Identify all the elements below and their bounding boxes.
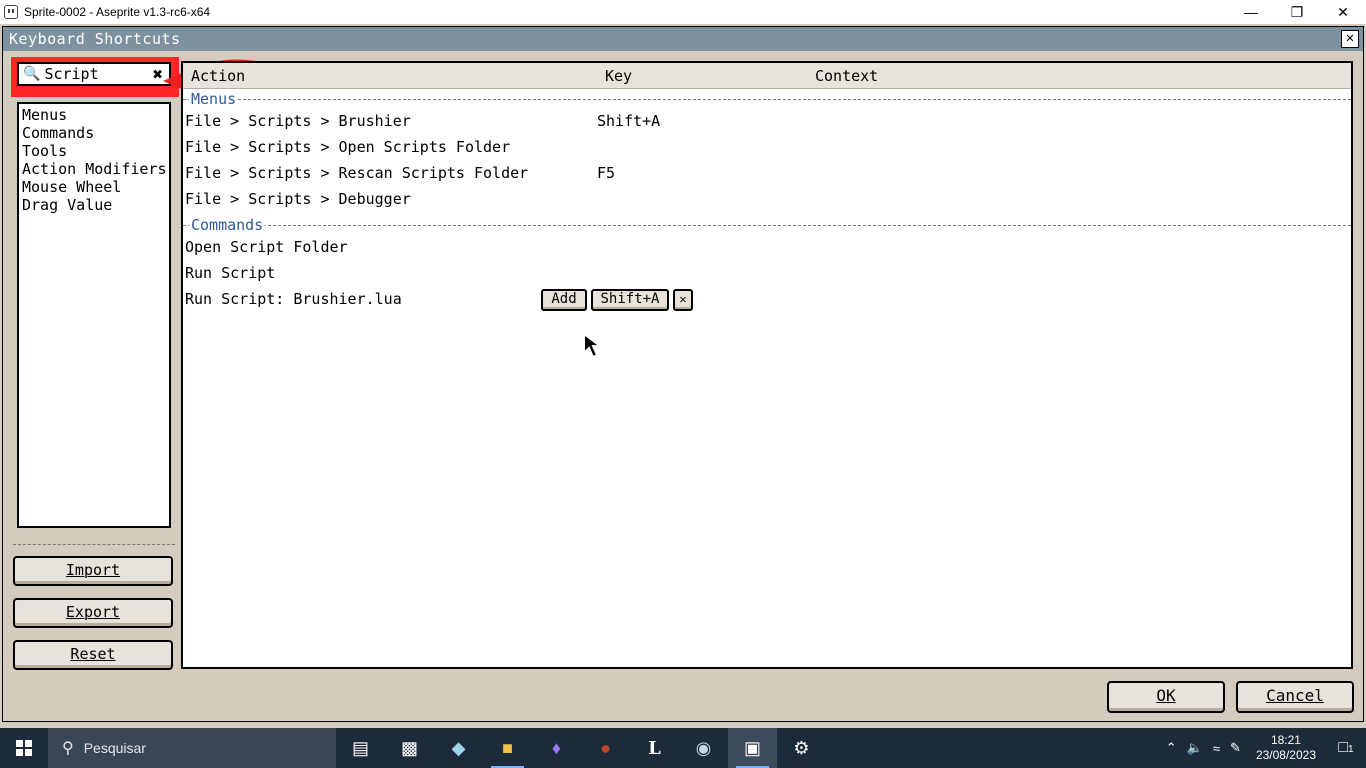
clock-time: 18:21: [1270, 733, 1301, 747]
clock-date: 23/08/2023: [1255, 748, 1316, 762]
row-action: Run Script: Brushier.lua: [185, 290, 402, 308]
crystal-icon[interactable]: ♦: [532, 728, 581, 768]
column-header-action[interactable]: Action: [191, 67, 245, 85]
ok-button[interactable]: OK: [1107, 681, 1225, 713]
pen-icon[interactable]: ✎: [1225, 740, 1246, 756]
table-row[interactable]: File > Scripts > Debugger: [183, 187, 1351, 213]
notifications-icon[interactable]: □1: [1326, 739, 1366, 757]
shortcuts-table: Action Key Context Menus File > Scripts …: [181, 61, 1353, 669]
category-item[interactable]: Commands: [22, 124, 166, 142]
aseprite-icon[interactable]: ▣: [728, 728, 777, 768]
table-row[interactable]: Run Script: Brushier.lua Add Shift+A ✕: [183, 287, 1351, 313]
keyboard-shortcuts-dialog: Keyboard Shortcuts ✕ 🔍 ✖ Menus Commands …: [2, 26, 1364, 722]
search-icon: 🔍: [23, 66, 41, 82]
section-header-commands: Commands: [183, 216, 1351, 236]
table-row[interactable]: File > Scripts > Rescan Scripts Folder F…: [183, 161, 1351, 187]
import-button[interactable]: Import: [13, 556, 173, 586]
row-action: File > Scripts > Rescan Scripts Folder: [185, 164, 529, 182]
cube-icon[interactable]: ◆: [434, 728, 483, 768]
category-item[interactable]: Menus: [22, 106, 166, 124]
search-field[interactable]: 🔍 ✖: [17, 62, 171, 86]
search-input[interactable]: [44, 65, 141, 83]
shortcut-key-button[interactable]: Shift+A: [591, 289, 669, 311]
aseprite-app-icon: [4, 5, 18, 19]
row-action: Run Script: [185, 264, 276, 282]
reset-button[interactable]: Reset: [13, 640, 173, 670]
table-row[interactable]: Open Script Folder: [183, 235, 1351, 261]
search-icon: ⚲: [62, 740, 74, 757]
row-action: File > Scripts > Debugger: [185, 190, 411, 208]
taskbar: ⚲ Pesquisar ▤ ▩ ◆ ■ ♦ ● L ◉ ▣ ⚙ ⌃ 🔈 ≈ ✎ …: [0, 728, 1366, 768]
table-header: Action Key Context: [183, 63, 1351, 89]
task-view-icon[interactable]: ▤: [336, 728, 385, 768]
system-tray: ⌃ 🔈 ≈ ✎ 18:21 23/08/2023 □1: [1161, 728, 1366, 768]
windows-start-icon[interactable]: [0, 728, 48, 768]
row-key: Shift+A: [597, 112, 661, 130]
column-header-key[interactable]: Key: [605, 67, 632, 85]
section-header-menus: Menus: [183, 90, 1351, 110]
game-character-icon[interactable]: ●: [581, 728, 630, 768]
row-action: File > Scripts > Open Scripts Folder: [185, 138, 511, 156]
column-header-context[interactable]: Context: [815, 67, 878, 85]
category-item[interactable]: Action Modifiers: [22, 160, 167, 178]
sidebar-divider: [13, 544, 175, 545]
clock[interactable]: 18:21 23/08/2023: [1246, 733, 1326, 763]
table-row[interactable]: File > Scripts > Brushier Shift+A: [183, 109, 1351, 135]
dialog-title: Keyboard Shortcuts: [3, 27, 1363, 51]
table-row[interactable]: Run Script: [183, 261, 1351, 287]
category-list: Menus Commands Tools Action Modifiers Mo…: [17, 102, 171, 528]
restore-button[interactable]: ❐: [1274, 0, 1320, 24]
mouse-cursor-icon: [583, 332, 603, 359]
dialog-close-button[interactable]: ✕: [1341, 30, 1359, 48]
section-label: Menus: [189, 90, 239, 108]
os-window-titlebar: Sprite-0002 - Aseprite v1.3-rc6-x64 — ❐ …: [0, 0, 1366, 24]
chevron-up-icon[interactable]: ⌃: [1161, 740, 1182, 756]
row-action: File > Scripts > Brushier: [185, 112, 411, 130]
terminal-icon[interactable]: ▩: [385, 728, 434, 768]
cancel-button[interactable]: Cancel: [1236, 681, 1354, 713]
l-app-icon[interactable]: L: [630, 728, 679, 768]
steam-icon[interactable]: ◉: [679, 728, 728, 768]
taskbar-search-placeholder: Pesquisar: [83, 740, 146, 756]
add-shortcut-button[interactable]: Add: [541, 289, 587, 311]
category-item[interactable]: Mouse Wheel: [22, 178, 166, 196]
section-label: Commands: [189, 216, 266, 234]
remove-shortcut-button[interactable]: ✕: [673, 289, 693, 311]
taskbar-search-box[interactable]: ⚲ Pesquisar: [48, 728, 336, 768]
network-icon[interactable]: ≈: [1208, 741, 1225, 756]
os-window-title: Sprite-0002 - Aseprite v1.3-rc6-x64: [24, 5, 211, 19]
category-item[interactable]: Drag Value: [22, 196, 166, 214]
table-row[interactable]: File > Scripts > Open Scripts Folder: [183, 135, 1351, 161]
export-button[interactable]: Export: [13, 598, 173, 628]
volume-icon[interactable]: 🔈: [1182, 740, 1208, 756]
category-item[interactable]: Tools: [22, 142, 166, 160]
row-action: Open Script Folder: [185, 238, 348, 256]
file-explorer-icon[interactable]: ■: [483, 728, 532, 768]
minimize-button[interactable]: —: [1228, 0, 1274, 24]
row-key: F5: [597, 164, 616, 182]
settings-icon[interactable]: ⚙: [777, 728, 826, 768]
notification-count: 1: [1348, 744, 1354, 755]
close-window-button[interactable]: ✕: [1320, 0, 1366, 24]
